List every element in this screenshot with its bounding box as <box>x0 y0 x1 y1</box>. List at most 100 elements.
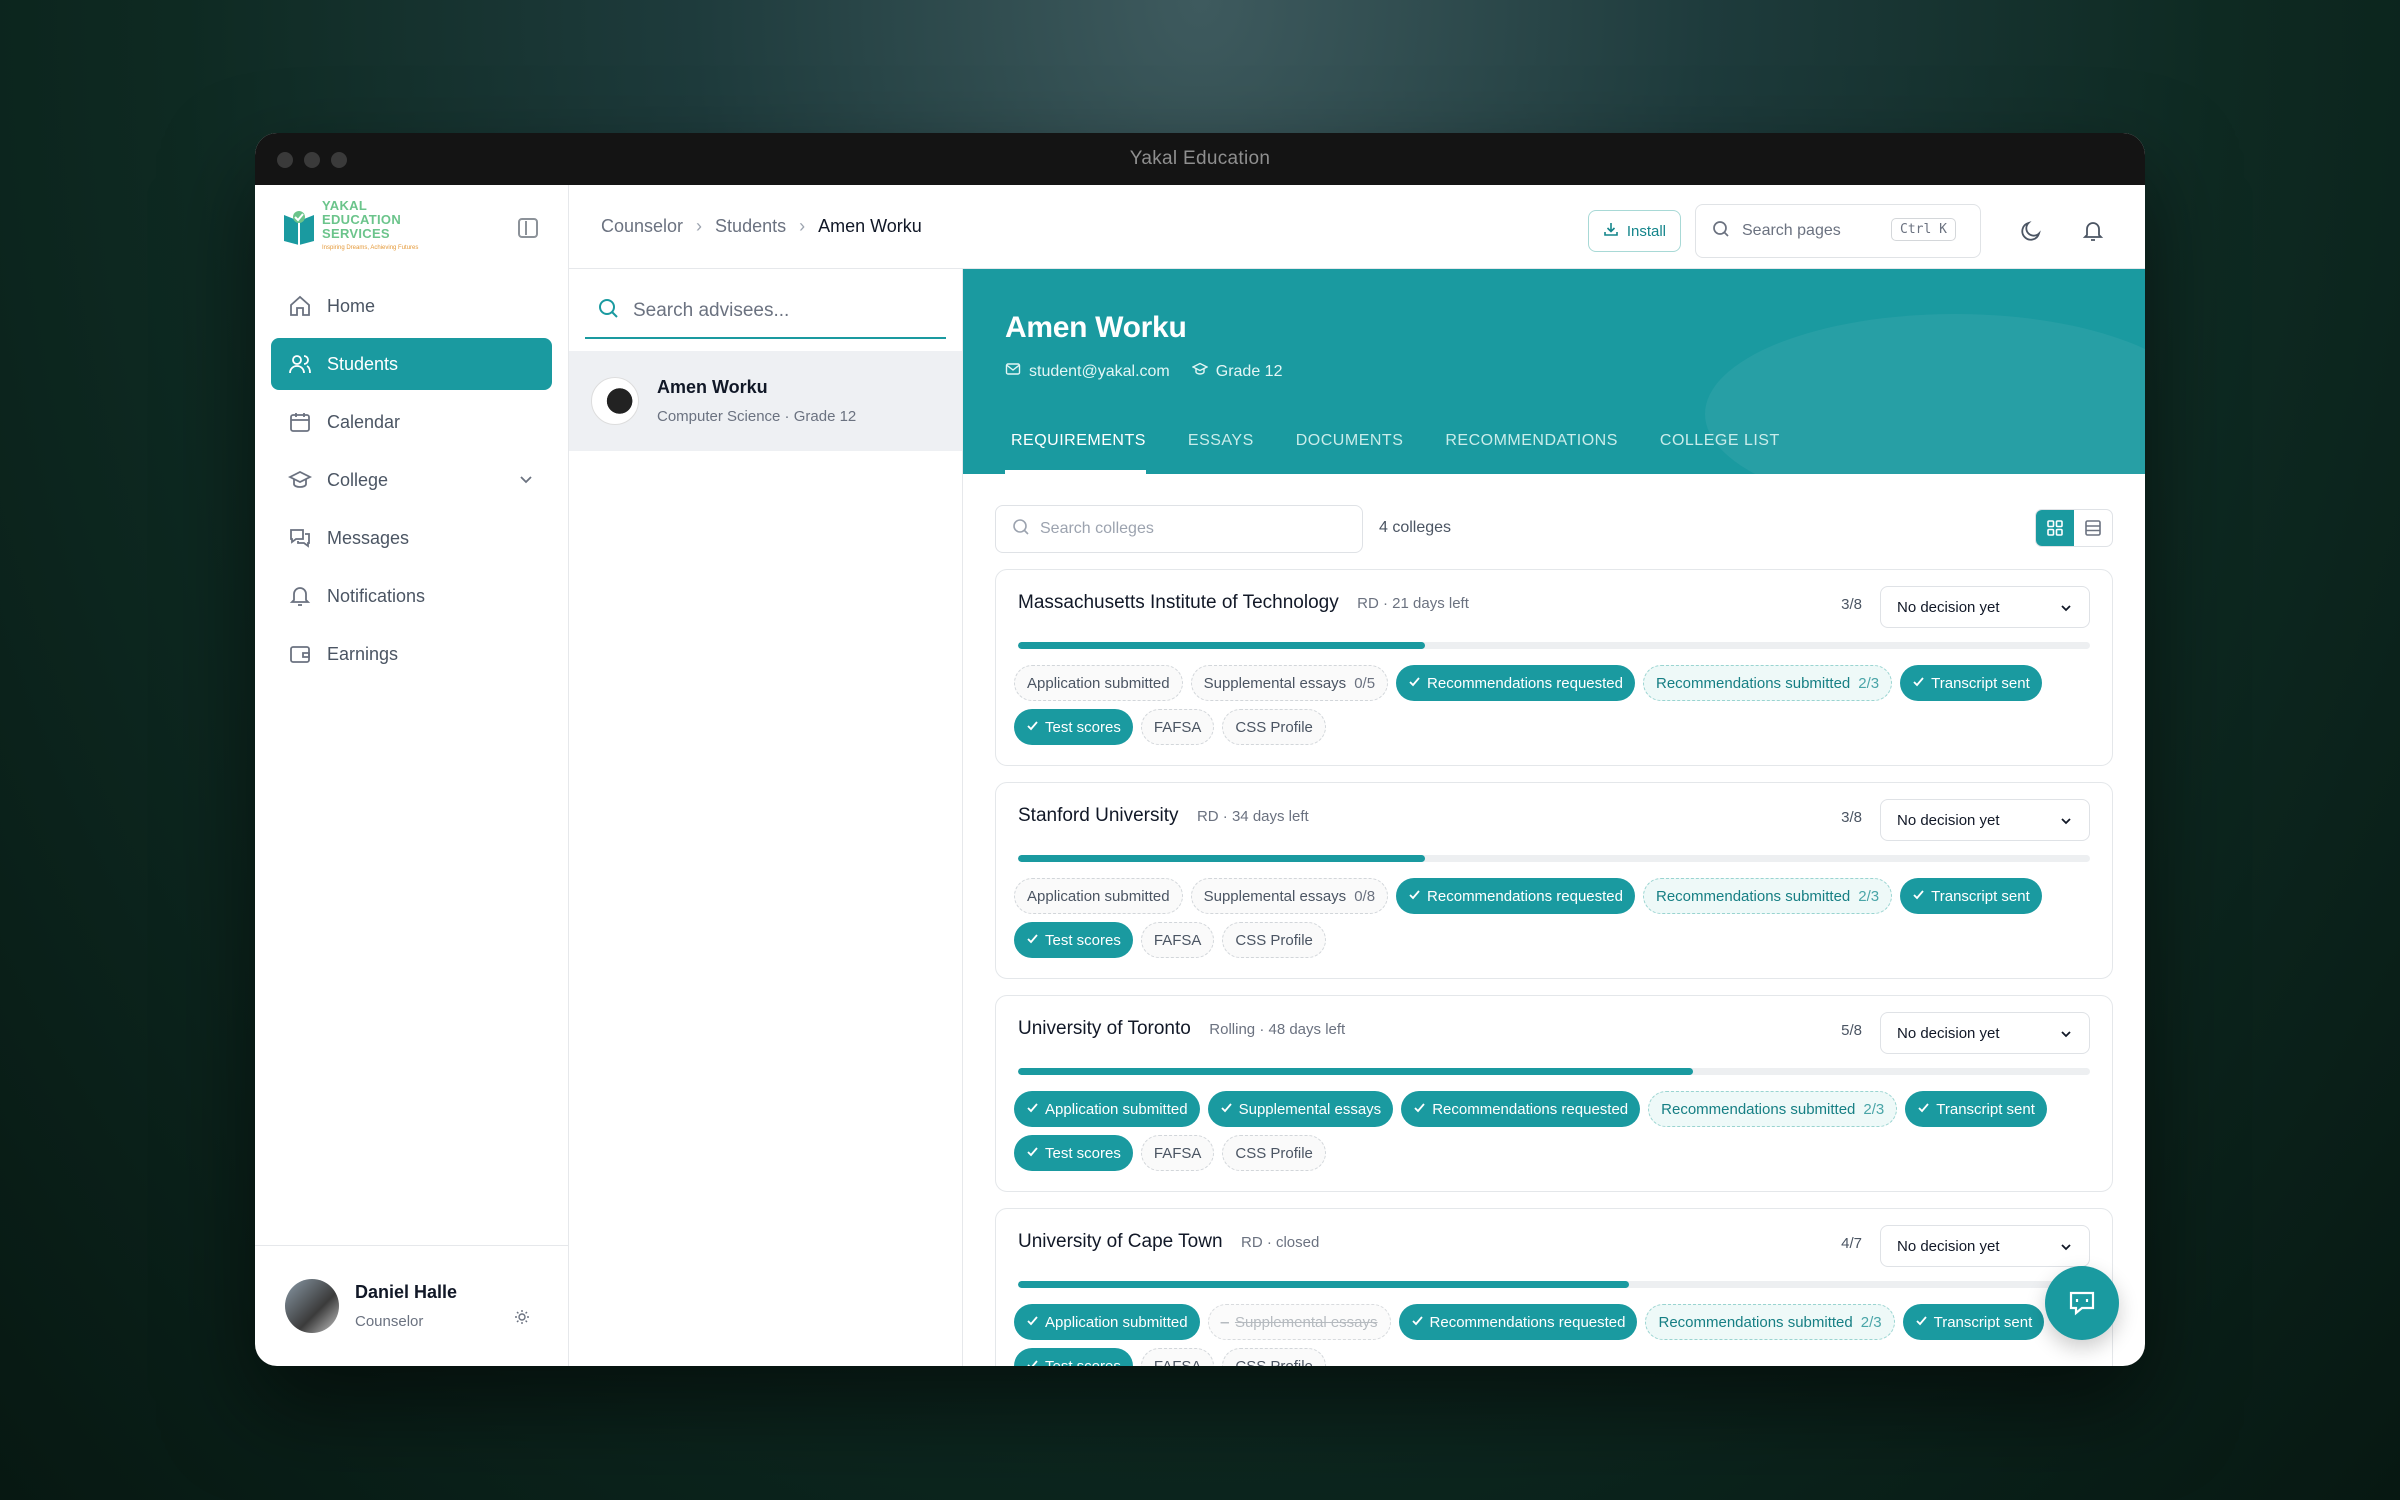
search-icon <box>1712 220 1730 243</box>
requirement-chip[interactable]: Transcript sent <box>1900 665 2042 701</box>
college-name[interactable]: University of Cape Town <box>1018 1231 1223 1253</box>
requirement-chip[interactable]: Recommendations requested <box>1401 1091 1641 1127</box>
requirements-ratio: 4/7 <box>1841 1235 1862 1252</box>
requirement-chip[interactable]: Supplemental essays 0/8 <box>1190 878 1389 914</box>
requirement-chip[interactable]: Recommendations submitted 2/3 <box>1645 1304 1895 1340</box>
shortcut-badge: Ctrl K <box>1891 218 1956 241</box>
sidebar-item-home[interactable]: Home <box>271 280 552 332</box>
requirement-chip[interactable]: Test scores <box>1014 709 1133 745</box>
breadcrumb-counselor[interactable]: Counselor <box>601 216 683 237</box>
college-search-input[interactable]: Search colleges <box>995 505 1363 553</box>
chevron-down-icon[interactable] <box>518 471 534 492</box>
sidebar-item-calendar[interactable]: Calendar <box>271 396 552 448</box>
requirement-chip[interactable]: Supplemental essays 0/5 <box>1190 665 1389 701</box>
chip-label: Recommendations submitted <box>1658 1313 1853 1331</box>
requirement-chip[interactable]: CSS Profile <box>1222 709 1326 745</box>
requirement-chip[interactable]: Application submitted <box>1014 1091 1200 1127</box>
progress-bar <box>1018 855 2090 862</box>
chip-label: FAFSA <box>1153 1144 1202 1162</box>
requirement-chip[interactable]: Test scores <box>1014 922 1133 958</box>
install-button[interactable]: Install <box>1587 210 1681 252</box>
chip-label: FAFSA <box>1153 931 1202 949</box>
college-name[interactable]: Massachusetts Institute of Technology <box>1018 592 1339 614</box>
progress-bar <box>1018 1068 2090 1075</box>
requirement-chip[interactable]: Transcript sent <box>1900 878 2042 914</box>
chevron-down-icon <box>2059 814 2073 832</box>
college-cards: Massachusetts Institute of Technology RD… <box>995 569 2113 1366</box>
chevron-down-icon <box>2059 1027 2073 1045</box>
sidebar-item-label: Messages <box>327 527 410 548</box>
requirement-chip[interactable]: Recommendations submitted 2/3 <box>1643 878 1893 914</box>
requirement-chip[interactable]: Application submitted <box>1014 1304 1200 1340</box>
moon-icon[interactable] <box>2019 219 2043 243</box>
requirement-chip[interactable]: FAFSA <box>1140 709 1215 745</box>
tab-college-list[interactable]: COLLEGE LIST <box>1654 432 1780 474</box>
sidebar-item-earnings[interactable]: Earnings <box>271 628 552 680</box>
requirement-chip[interactable]: Transcript sent <box>1905 1091 2047 1127</box>
requirement-chip[interactable]: Supplemental essays <box>1207 1091 1394 1127</box>
requirement-chip[interactable]: FAFSA <box>1140 1135 1215 1171</box>
requirement-chip[interactable]: Application submitted <box>1014 665 1183 701</box>
tab-essays[interactable]: ESSAYS <box>1182 432 1254 474</box>
grid-view-icon[interactable] <box>2036 510 2074 546</box>
requirement-chip[interactable]: FAFSA <box>1140 922 1215 958</box>
requirement-chip[interactable]: Test scores <box>1014 1348 1133 1366</box>
search-icon <box>597 297 619 325</box>
check-icon <box>1408 675 1421 692</box>
search-pages-input[interactable]: Search pages Ctrl K <box>1695 204 1981 258</box>
sun-icon[interactable] <box>514 1309 530 1330</box>
progress-fill <box>1018 855 1426 862</box>
notifications-bell-icon[interactable] <box>2081 219 2105 243</box>
logo-icon[interactable] <box>282 207 316 247</box>
chip-label: Recommendations submitted <box>1656 887 1851 905</box>
requirement-chip[interactable]: Application submitted <box>1014 878 1183 914</box>
decision-select[interactable]: No decision yet <box>1880 1012 2090 1054</box>
requirement-chip[interactable]: Transcript sent <box>1902 1304 2045 1340</box>
requirement-chip[interactable]: – Supplemental essays <box>1207 1304 1391 1340</box>
user-profile[interactable]: Daniel Halle Counselor <box>255 1245 568 1366</box>
chip-count: 2/3 <box>1858 674 1880 692</box>
close-window-button[interactable] <box>277 152 293 168</box>
requirement-chip[interactable]: Recommendations submitted 2/3 <box>1643 665 1893 701</box>
users-icon <box>287 351 313 377</box>
requirement-chip[interactable]: CSS Profile <box>1222 922 1326 958</box>
search-pages-placeholder: Search pages <box>1742 222 1841 239</box>
requirements-ratio: 5/8 <box>1841 1022 1862 1039</box>
chip-label: Supplemental essays <box>1234 1313 1378 1331</box>
tab-requirements[interactable]: REQUIREMENTS <box>1005 432 1146 474</box>
collapse-sidebar-icon[interactable] <box>518 218 538 238</box>
requirement-chip[interactable]: Recommendations requested <box>1396 878 1635 914</box>
maximize-window-button[interactable] <box>331 152 347 168</box>
requirement-chip[interactable]: Recommendations submitted 2/3 <box>1648 1091 1898 1127</box>
tab-documents[interactable]: DOCUMENTS <box>1290 432 1404 474</box>
requirement-chip[interactable]: Test scores <box>1014 1135 1133 1171</box>
list-view-icon[interactable] <box>2074 510 2112 546</box>
sidebar-item-messages[interactable]: Messages <box>271 512 552 564</box>
advisee-search-input[interactable]: Search advisees... <box>585 285 946 339</box>
college-name[interactable]: University of Toronto <box>1018 1018 1191 1040</box>
check-icon <box>1917 1101 1930 1118</box>
student-email[interactable]: student@yakal.com <box>1005 361 1170 382</box>
sidebar-item-students[interactable]: Students <box>271 338 552 390</box>
chat-assistant-button[interactable] <box>2045 1266 2119 1340</box>
download-icon <box>1603 221 1619 241</box>
college-deadline: Rolling · 48 days left <box>1209 1021 1346 1038</box>
requirement-chip[interactable]: CSS Profile <box>1222 1135 1326 1171</box>
breadcrumb-students[interactable]: Students <box>715 216 786 237</box>
sidebar-item-college[interactable]: College <box>271 454 552 506</box>
college-name[interactable]: Stanford University <box>1018 805 1179 827</box>
minimize-window-button[interactable] <box>304 152 320 168</box>
chip-label: Application submitted <box>1045 1100 1188 1118</box>
requirement-chip[interactable]: FAFSA <box>1140 1348 1215 1366</box>
advisee-subtitle: Computer Science · Grade 12 <box>657 408 857 425</box>
tab-recommendations[interactable]: RECOMMENDATIONS <box>1439 432 1618 474</box>
advisee-list-item[interactable]: Amen Worku Computer Science · Grade 12 <box>569 351 962 451</box>
decision-select[interactable]: No decision yet <box>1880 1225 2090 1267</box>
requirement-chip[interactable]: CSS Profile <box>1222 1348 1326 1366</box>
breadcrumb-current: Amen Worku <box>818 216 922 236</box>
decision-select[interactable]: No decision yet <box>1880 799 2090 841</box>
sidebar-item-notifications[interactable]: Notifications <box>271 570 552 622</box>
requirement-chip[interactable]: Recommendations requested <box>1396 665 1635 701</box>
requirement-chip[interactable]: Recommendations requested <box>1398 1304 1638 1340</box>
decision-select[interactable]: No decision yet <box>1880 586 2090 628</box>
